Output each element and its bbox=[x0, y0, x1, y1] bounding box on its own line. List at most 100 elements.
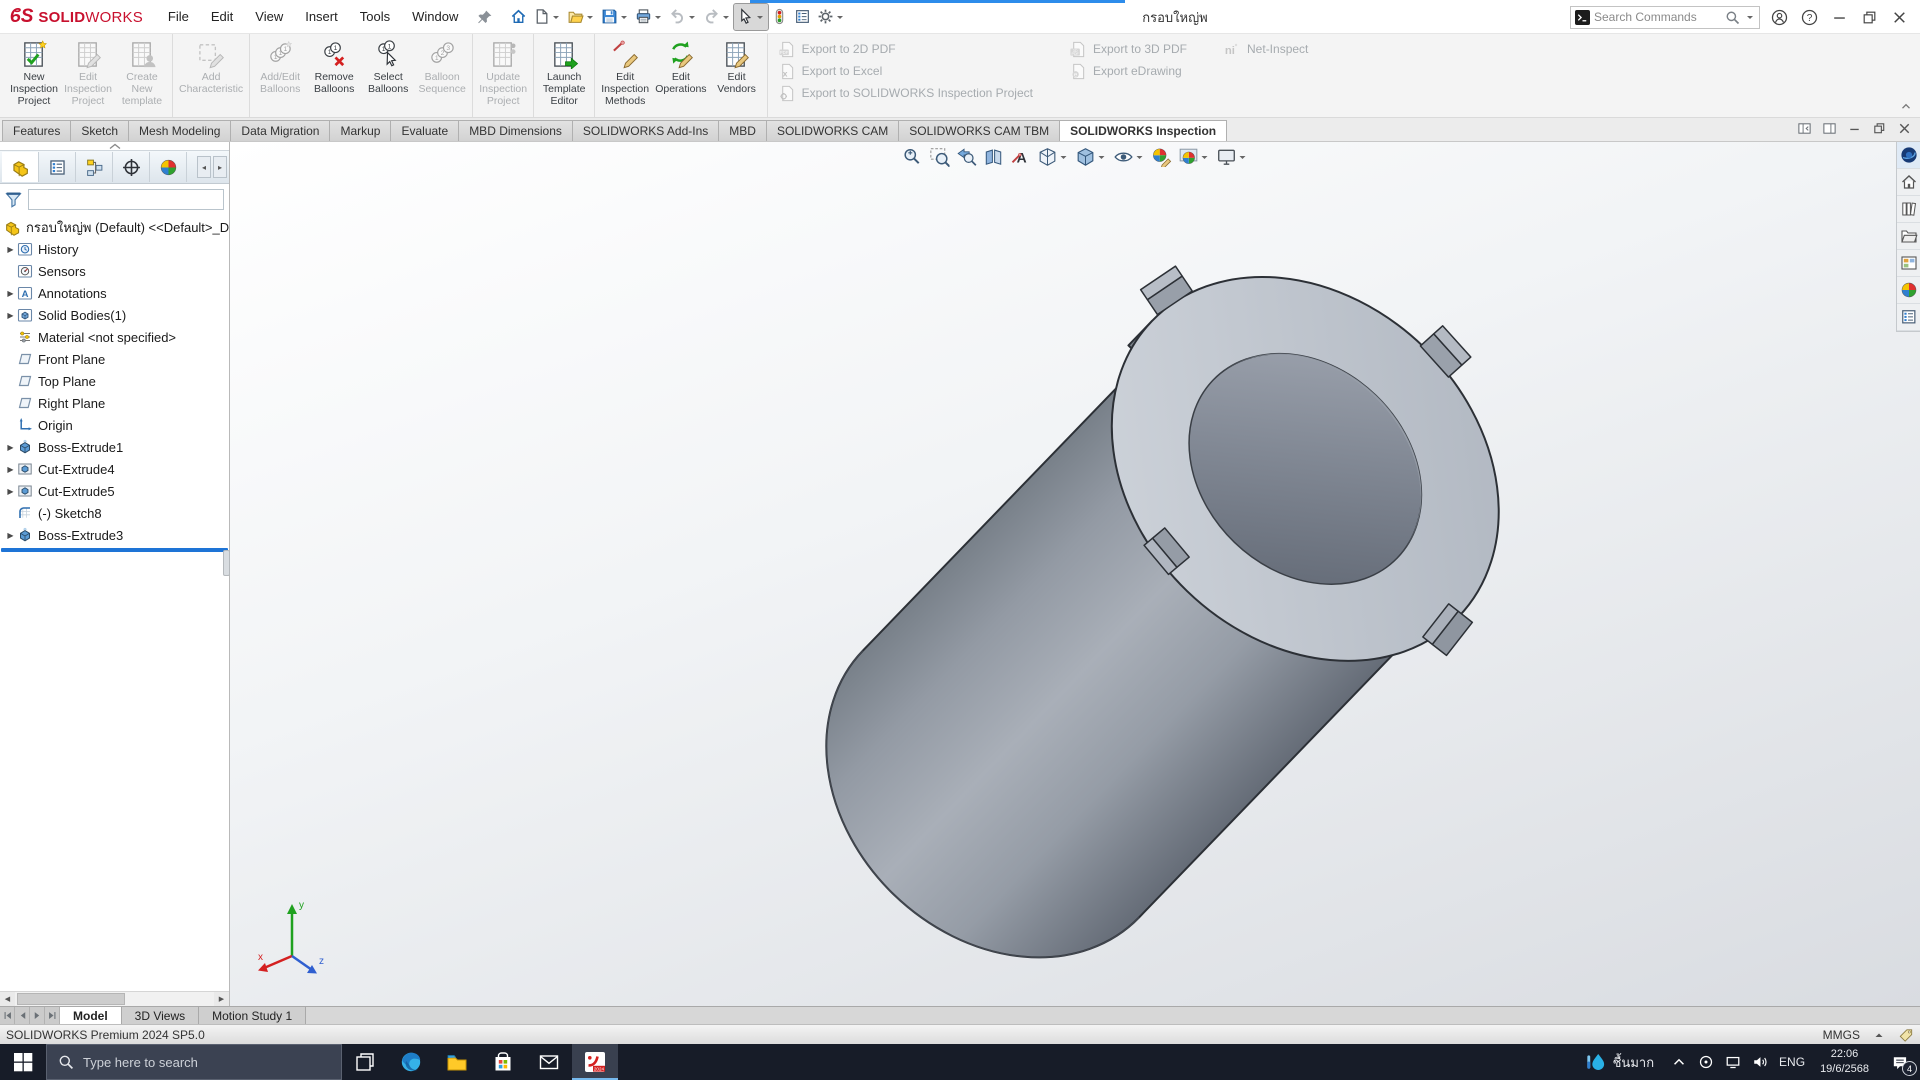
search-commands-input[interactable] bbox=[1594, 10, 1721, 24]
section-view-button[interactable] bbox=[981, 145, 1007, 169]
featuremanager-tab[interactable] bbox=[2, 152, 39, 182]
tree-item-cut-extrude5[interactable]: ▶Cut-Extrude5 bbox=[0, 480, 229, 502]
taskbar-search-input[interactable] bbox=[83, 1055, 330, 1070]
menu-edit[interactable]: Edit bbox=[200, 0, 244, 33]
tab-mesh-modeling[interactable]: Mesh Modeling bbox=[128, 120, 231, 141]
tree-item-sketch8[interactable]: (-) Sketch8 bbox=[0, 502, 229, 524]
mail-button[interactable] bbox=[526, 1044, 572, 1080]
dropdown-caret-icon[interactable] bbox=[1099, 156, 1105, 162]
print-button[interactable] bbox=[632, 4, 666, 30]
doc-tab-3d-views[interactable]: 3D Views bbox=[122, 1007, 199, 1024]
tray-meet-button[interactable] bbox=[1692, 1044, 1719, 1080]
tree-item-cut-extrude4[interactable]: ▶Cut-Extrude4 bbox=[0, 458, 229, 480]
tab-solidworks-cam-tbm[interactable]: SOLIDWORKS CAM TBM bbox=[898, 120, 1060, 141]
store-button[interactable] bbox=[480, 1044, 526, 1080]
zoom-area-button[interactable] bbox=[927, 145, 953, 169]
previous-view-button[interactable] bbox=[954, 145, 980, 169]
tree-filter-input[interactable] bbox=[28, 189, 224, 210]
doc-minimize-icon[interactable] bbox=[1847, 121, 1862, 136]
close-button[interactable] bbox=[1884, 3, 1914, 31]
dropdown-caret-icon[interactable] bbox=[1061, 156, 1067, 162]
menu-tools[interactable]: Tools bbox=[349, 0, 401, 33]
tray-volume-button[interactable] bbox=[1746, 1044, 1773, 1080]
open-button[interactable] bbox=[564, 4, 598, 30]
panel-splitter-handle[interactable] bbox=[223, 550, 230, 576]
user-account-button[interactable] bbox=[1764, 3, 1794, 31]
scroll-right-icon[interactable]: ▶ bbox=[214, 992, 229, 1006]
taskbar-search-box[interactable] bbox=[46, 1044, 342, 1080]
file-properties-button[interactable] bbox=[791, 4, 814, 30]
tray-chevron-button[interactable] bbox=[1665, 1044, 1692, 1080]
ribbon-edit-inspection-methods-button[interactable]: Edit Inspection Methods bbox=[598, 38, 652, 107]
rollback-bar[interactable] bbox=[1, 548, 228, 552]
panel-horizontal-scrollbar[interactable]: ◀ ▶ bbox=[0, 991, 229, 1006]
expand-arrow-icon[interactable]: ▶ bbox=[4, 487, 17, 496]
design-library-tab[interactable] bbox=[1897, 196, 1920, 223]
dropdown-caret-icon[interactable] bbox=[655, 16, 661, 22]
weather-widget[interactable]: ชื้นมาก bbox=[1575, 1044, 1665, 1080]
dropdown-caret-icon[interactable] bbox=[621, 16, 627, 22]
undo-button[interactable] bbox=[666, 4, 700, 30]
tree-item-solid-bodies-1[interactable]: ▶Solid Bodies(1) bbox=[0, 304, 229, 326]
expand-arrow-icon[interactable]: ▶ bbox=[4, 465, 17, 474]
ribbon-collapse-icon[interactable] bbox=[1898, 99, 1914, 113]
clock[interactable]: 22:06 19/6/2568 bbox=[1811, 1044, 1878, 1080]
tree-item-front-plane[interactable]: Front Plane bbox=[0, 348, 229, 370]
tree-item-boss-extrude1[interactable]: ▶Boss-Extrude1 bbox=[0, 436, 229, 458]
notification-center-button[interactable]: 4 bbox=[1878, 1044, 1920, 1080]
tab-mbd-dimensions[interactable]: MBD Dimensions bbox=[458, 120, 573, 141]
dropdown-caret-icon[interactable] bbox=[587, 16, 593, 22]
expand-arrow-icon[interactable]: ▶ bbox=[4, 245, 17, 254]
file-explorer-button[interactable] bbox=[434, 1044, 480, 1080]
doc-close-icon[interactable] bbox=[1897, 121, 1912, 136]
dropdown-caret-icon[interactable] bbox=[1202, 156, 1208, 162]
view-orientation-button[interactable] bbox=[1035, 145, 1072, 169]
tab-prev-button[interactable] bbox=[15, 1007, 30, 1024]
tree-item-annotations[interactable]: ▶AAnnotations bbox=[0, 282, 229, 304]
edit-appearance-button[interactable] bbox=[1149, 145, 1175, 169]
dropdown-caret-icon[interactable] bbox=[757, 16, 763, 22]
select-cursor-button[interactable] bbox=[734, 4, 768, 30]
pin-icon[interactable] bbox=[477, 9, 493, 25]
threedexperience-tab[interactable] bbox=[1897, 142, 1920, 169]
ribbon-select-balloons-button[interactable]: 11Select Balloons bbox=[361, 38, 415, 95]
rebuild-button[interactable] bbox=[768, 4, 791, 30]
save-button[interactable] bbox=[598, 4, 632, 30]
tab-next-button[interactable] bbox=[30, 1007, 45, 1024]
start-button[interactable] bbox=[0, 1044, 46, 1080]
tab-solidworks-cam[interactable]: SOLIDWORKS CAM bbox=[766, 120, 899, 141]
options-gear-button[interactable] bbox=[814, 4, 848, 30]
tab-data-migration[interactable]: Data Migration bbox=[230, 120, 330, 141]
graphics-area[interactable]: A bbox=[230, 142, 1920, 1006]
new-document-button[interactable] bbox=[530, 4, 564, 30]
language-indicator[interactable]: ENG bbox=[1773, 1044, 1811, 1080]
model-3d-part[interactable] bbox=[230, 142, 1920, 1006]
tab-last-button[interactable] bbox=[45, 1007, 60, 1024]
expand-arrow-icon[interactable]: ▶ bbox=[4, 443, 17, 452]
dropdown-caret-icon[interactable] bbox=[689, 16, 695, 22]
tree-item-material-not-specified[interactable]: Material <not specified> bbox=[0, 326, 229, 348]
tab-markup[interactable]: Markup bbox=[329, 120, 391, 141]
pane-left-icon[interactable] bbox=[1797, 121, 1812, 136]
display-style-button[interactable] bbox=[1073, 145, 1110, 169]
tab-solidworks-inspection[interactable]: SOLIDWORKS Inspection bbox=[1059, 120, 1227, 141]
appearances-tab[interactable] bbox=[1897, 277, 1920, 304]
redo-button[interactable] bbox=[700, 4, 734, 30]
menu-view[interactable]: View bbox=[244, 0, 294, 33]
search-caret-icon[interactable] bbox=[1747, 16, 1753, 22]
expand-arrow-icon[interactable]: ▶ bbox=[4, 531, 17, 540]
ribbon-remove-balloons-button[interactable]: 11Remove Balloons bbox=[307, 38, 361, 95]
dropdown-caret-icon[interactable] bbox=[723, 16, 729, 22]
panel-collapse-chevron-icon[interactable] bbox=[108, 143, 122, 150]
hide-show-button[interactable] bbox=[1111, 145, 1148, 169]
expand-arrow-icon[interactable]: ▶ bbox=[4, 311, 17, 320]
tree-item-sensors[interactable]: Sensors bbox=[0, 260, 229, 282]
tab-features[interactable]: Features bbox=[2, 120, 71, 141]
tree-item-top-plane[interactable]: Top Plane bbox=[0, 370, 229, 392]
tree-root-item[interactable]: กรอบใหญ่พ (Default) <<Default>_Displ bbox=[0, 216, 229, 238]
zoom-fit-button[interactable] bbox=[900, 145, 926, 169]
doc-tab-model[interactable]: Model bbox=[60, 1007, 122, 1024]
help-button[interactable]: ? bbox=[1794, 3, 1824, 31]
pane-home-tab[interactable] bbox=[1897, 169, 1920, 196]
menu-window[interactable]: Window bbox=[401, 0, 469, 33]
